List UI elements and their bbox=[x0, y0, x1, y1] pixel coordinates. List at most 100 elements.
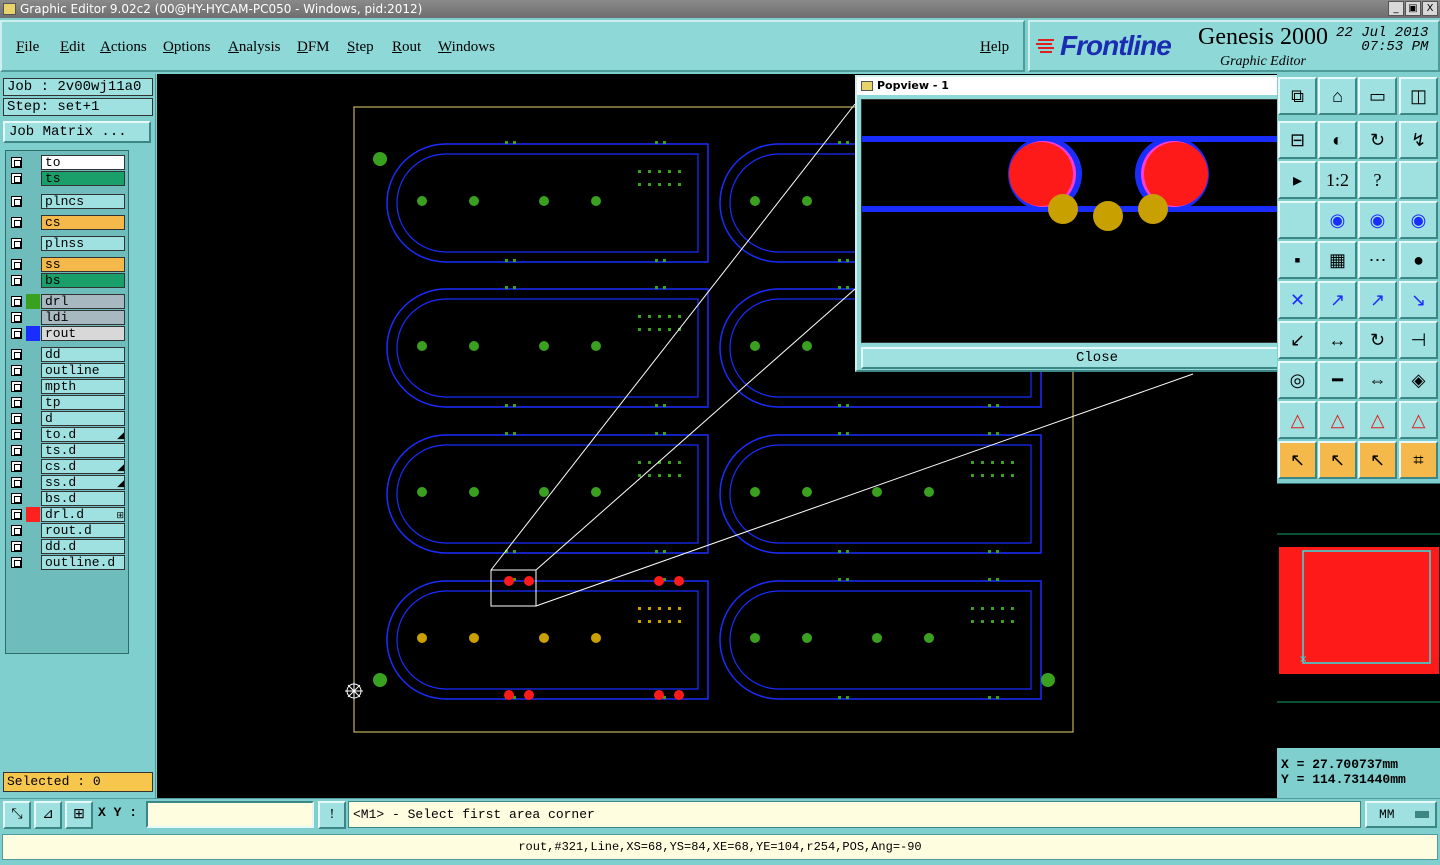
scale-icon[interactable]: ↙ bbox=[1278, 321, 1317, 359]
layer-row-ts[interactable]: ts bbox=[8, 171, 128, 186]
layer-row-drl[interactable]: drl bbox=[8, 294, 128, 309]
layer-checkbox[interactable] bbox=[11, 157, 22, 168]
layer-checkbox[interactable] bbox=[11, 509, 22, 520]
menu-options[interactable]: Options bbox=[163, 39, 211, 56]
layer-name[interactable]: dd.d bbox=[41, 539, 125, 554]
layer-name[interactable]: plnss bbox=[41, 236, 125, 251]
menu-rout[interactable]: Rout bbox=[392, 39, 421, 56]
menu-step[interactable]: Step bbox=[347, 39, 374, 56]
resize-icon[interactable]: ↔ bbox=[1318, 321, 1357, 359]
layer-name[interactable]: ldi bbox=[41, 310, 125, 325]
layer-checkbox[interactable] bbox=[11, 525, 22, 536]
layer-name[interactable]: outline bbox=[41, 363, 125, 378]
layer-checkbox[interactable] bbox=[11, 429, 22, 440]
cross-icon[interactable]: ✕ bbox=[1278, 281, 1317, 319]
menu-windows[interactable]: Windows bbox=[438, 39, 495, 56]
next-icon[interactable]: ▸ bbox=[1278, 161, 1317, 199]
layer-checkbox[interactable] bbox=[11, 275, 22, 286]
layer-row-mpth[interactable]: mpth bbox=[8, 379, 128, 394]
layer-row-ss-d[interactable]: ss.d ◢ bbox=[8, 475, 128, 490]
add-shape-icon[interactable]: △ bbox=[1358, 401, 1397, 439]
add-triangle-icon[interactable]: △ bbox=[1278, 401, 1317, 439]
menu-analysis[interactable]: Analysis bbox=[228, 39, 281, 56]
move-line-icon[interactable]: ⇔ bbox=[1358, 361, 1397, 399]
layer-row-dd[interactable]: dd bbox=[8, 347, 128, 362]
move-to-icon[interactable]: ↗ bbox=[1318, 281, 1357, 319]
layer-row-outline[interactable]: outline bbox=[8, 363, 128, 378]
layer-name[interactable]: cs bbox=[41, 215, 125, 230]
menu-actions[interactable]: Actions bbox=[100, 39, 147, 56]
dotted-frame-icon[interactable]: ⋯ bbox=[1358, 241, 1397, 279]
layer-name[interactable]: dd bbox=[41, 347, 125, 362]
layer-name[interactable]: to bbox=[41, 155, 125, 170]
delete-shape-icon[interactable]: △ bbox=[1399, 401, 1438, 439]
layer-name[interactable]: rout bbox=[41, 326, 125, 341]
redraw-icon[interactable]: ↻ bbox=[1358, 121, 1397, 159]
layer-checkbox[interactable] bbox=[11, 461, 22, 472]
layer-checkbox[interactable] bbox=[11, 381, 22, 392]
select-pad-icon[interactable]: ◎ bbox=[1278, 361, 1317, 399]
layer-row-drl-d[interactable]: drl.d ⊞ bbox=[8, 507, 128, 522]
view-split-icon[interactable]: ◫ bbox=[1399, 77, 1438, 115]
layer-features-icon[interactable]: ◉ bbox=[1318, 201, 1357, 239]
layer-name[interactable]: ss.d bbox=[41, 475, 125, 490]
layer-name[interactable]: bs.d bbox=[41, 491, 125, 506]
job-matrix-button[interactable]: Job Matrix ... bbox=[3, 121, 151, 143]
layer-name[interactable]: cs.d bbox=[41, 459, 125, 474]
popview-close-button[interactable]: Close bbox=[861, 347, 1333, 369]
overview-panel[interactable]: × bbox=[1277, 483, 1440, 748]
layer-name[interactable]: outline.d bbox=[41, 555, 125, 570]
layer-name[interactable]: d bbox=[41, 411, 125, 426]
zoom-home-icon[interactable]: ⌂ bbox=[1318, 77, 1357, 115]
layer-select-icon[interactable]: ◉ bbox=[1399, 201, 1438, 239]
menu-dfm[interactable]: DFM bbox=[297, 39, 330, 56]
layer-name[interactable]: tp bbox=[41, 395, 125, 410]
layer-checkbox[interactable] bbox=[11, 493, 22, 504]
layer-row-cs-d[interactable]: cs.d ◢ bbox=[8, 459, 128, 474]
snap-mode-icon[interactable]: ↯ bbox=[1399, 121, 1438, 159]
layer-checkbox[interactable] bbox=[11, 477, 22, 488]
help-icon[interactable]: ? bbox=[1358, 161, 1397, 199]
layer-row-outline-d[interactable]: outline.d bbox=[8, 555, 128, 570]
layer-name[interactable]: plncs bbox=[41, 194, 125, 209]
mirror-icon[interactable]: ↘ bbox=[1399, 281, 1438, 319]
snap-icon[interactable]: ⤡ bbox=[3, 801, 31, 829]
layer-checkbox[interactable] bbox=[11, 173, 22, 184]
layer-checkbox[interactable] bbox=[11, 349, 22, 360]
view-frame-icon[interactable]: ▭ bbox=[1358, 77, 1397, 115]
layer-row-bs-d[interactable]: bs.d bbox=[8, 491, 128, 506]
layer-name[interactable]: bs bbox=[41, 273, 125, 288]
scale-1-2-icon[interactable]: 1:2 bbox=[1318, 161, 1357, 199]
layer-checkbox[interactable] bbox=[11, 541, 22, 552]
group-icon[interactable]: ◈ bbox=[1399, 361, 1438, 399]
close-window-button[interactable]: X bbox=[1422, 1, 1438, 16]
layer-name[interactable]: to.d bbox=[41, 427, 125, 442]
rotate-view-icon[interactable]: ◐ bbox=[1318, 121, 1357, 159]
minimize-button[interactable]: _ bbox=[1388, 1, 1404, 16]
layer-checkbox[interactable] bbox=[11, 328, 22, 339]
layer-checkbox[interactable] bbox=[11, 217, 22, 228]
layer-color-swatch[interactable] bbox=[26, 294, 40, 309]
layer-row-rout[interactable]: rout bbox=[8, 326, 128, 341]
layer-name[interactable]: ss bbox=[41, 257, 125, 272]
layer-row-to[interactable]: to bbox=[8, 155, 128, 170]
layer-row-tp[interactable]: tp bbox=[8, 395, 128, 410]
layer-checkbox[interactable] bbox=[11, 557, 22, 568]
layer-checkbox[interactable] bbox=[11, 259, 22, 270]
menu-help[interactable]: Help bbox=[980, 39, 1009, 56]
select-net-icon[interactable]: ⌗ bbox=[1399, 441, 1438, 479]
maximize-button[interactable]: ▣ bbox=[1405, 1, 1421, 16]
layer-name[interactable]: mpth bbox=[41, 379, 125, 394]
zoom-window-icon[interactable]: ⧉ bbox=[1278, 77, 1317, 115]
menu-edit[interactable]: Edit bbox=[60, 39, 85, 56]
ruler-icon[interactable]: ▦ bbox=[1318, 241, 1357, 279]
fill-mode-icon[interactable]: ▪ bbox=[1278, 241, 1317, 279]
line-tool-icon[interactable]: ━ bbox=[1318, 361, 1357, 399]
layer-row-ldi[interactable]: ldi bbox=[8, 310, 128, 325]
layer-name[interactable]: ts bbox=[41, 171, 125, 186]
layer-row-bs[interactable]: bs bbox=[8, 273, 128, 288]
layer-row-rout-d[interactable]: rout.d bbox=[8, 523, 128, 538]
rotate-icon[interactable]: ↻ bbox=[1358, 321, 1397, 359]
units-select[interactable]: MM bbox=[1365, 801, 1437, 828]
select-box-icon[interactable]: ↖ bbox=[1318, 441, 1357, 479]
